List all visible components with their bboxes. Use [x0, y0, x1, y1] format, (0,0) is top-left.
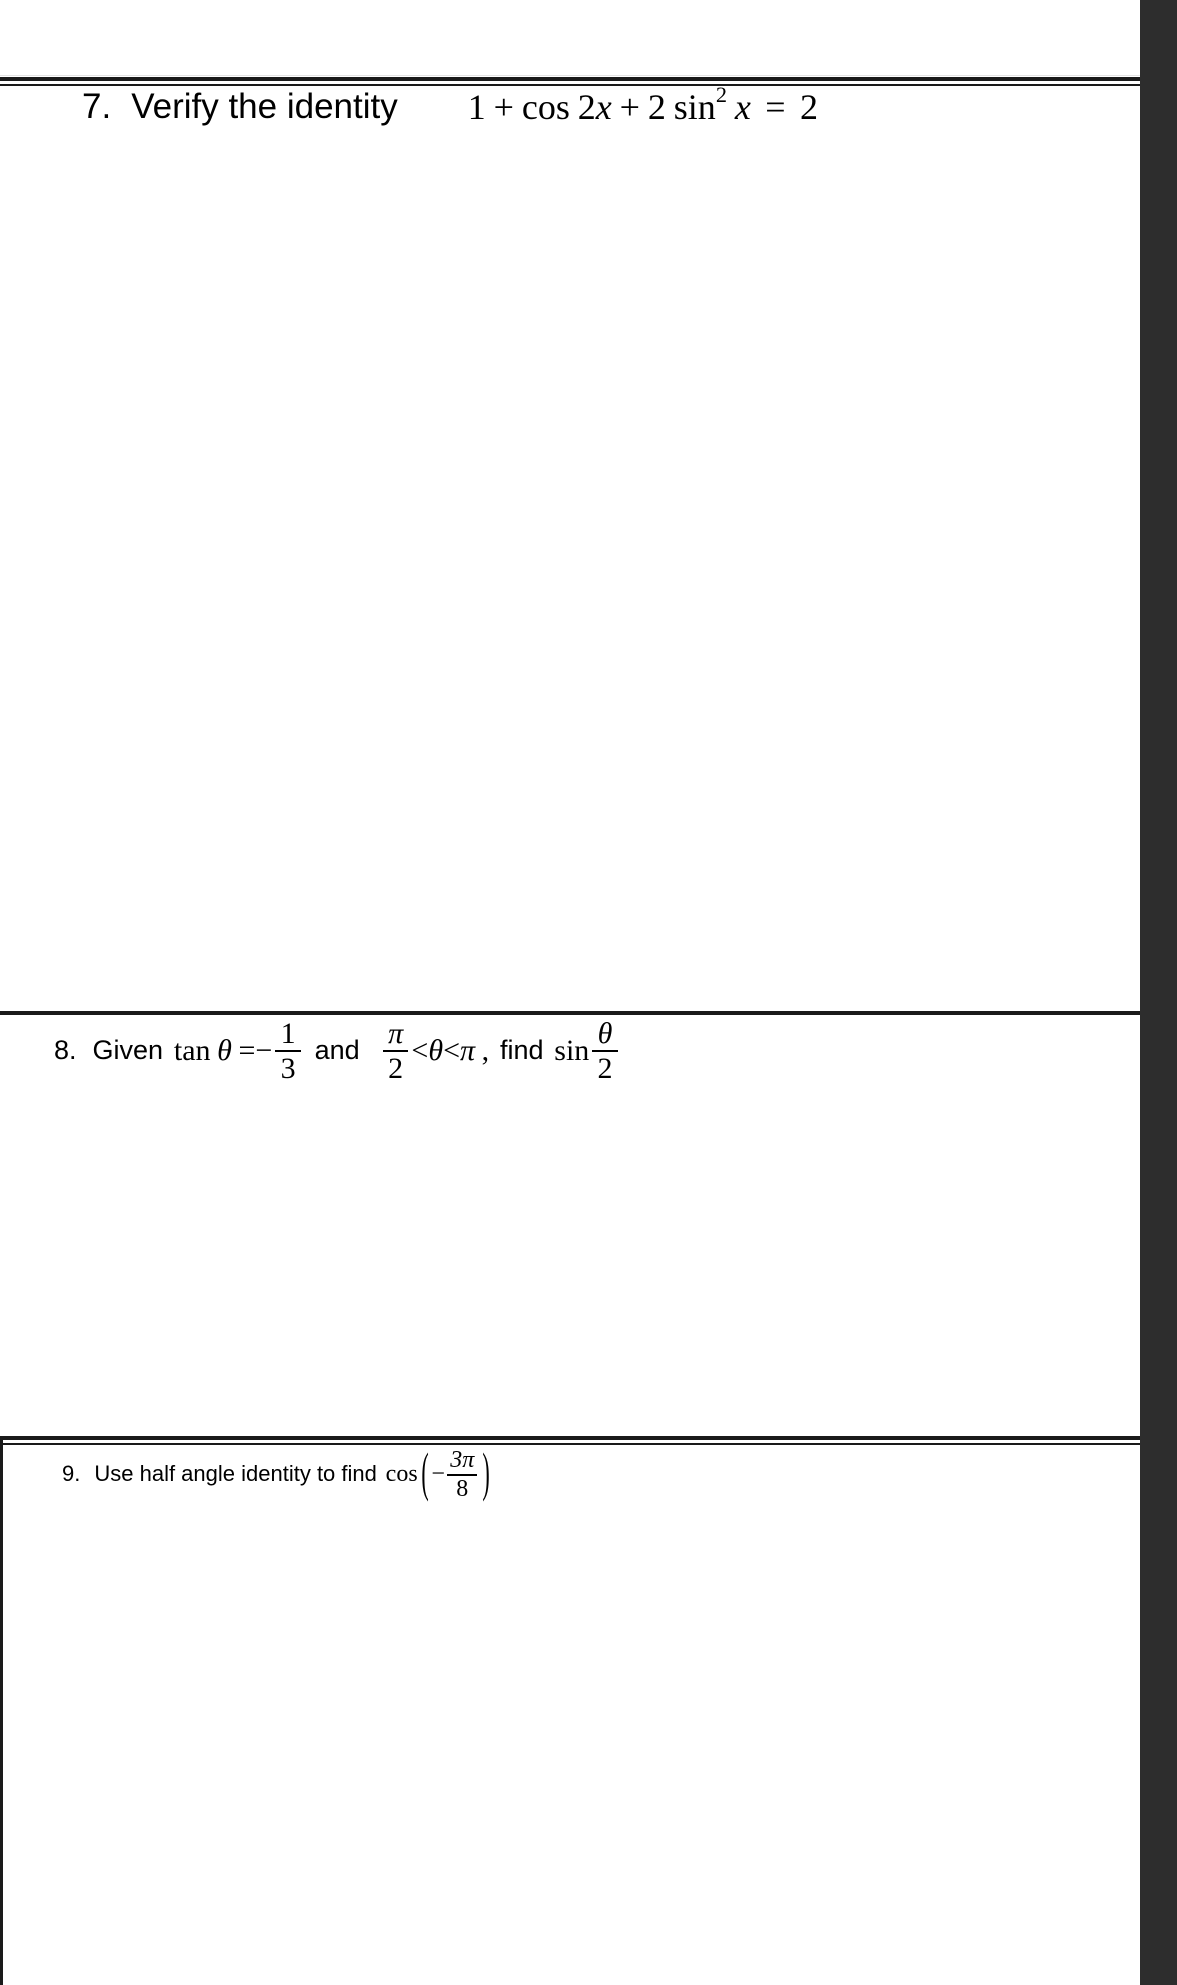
eq8-sin: sin — [554, 1033, 590, 1067]
problem-8-prompt-find: find — [499, 1035, 544, 1066]
eq9-minus: − — [431, 1460, 445, 1487]
problem-9: 9. Use half angle identity to find cos(−… — [62, 1445, 494, 1504]
eq9-cos: cos — [385, 1460, 418, 1487]
eq8-minus: − — [255, 1033, 273, 1067]
eq7-equals: = — [765, 87, 786, 127]
problem-8-prompt: Given — [92, 1035, 164, 1066]
problem-8-interval-expression: π 2 < θ < π, — [380, 1018, 489, 1084]
eq9-frac-denominator: 8 — [456, 1475, 469, 1502]
problem-9-equation: cos(−3π 8) — [385, 1445, 494, 1504]
eq8-frac2-denominator: 2 — [388, 1051, 404, 1085]
eq8-comma: , — [481, 1033, 490, 1067]
eq8-frac1-numerator: 1 — [280, 1016, 296, 1050]
divider-above-problem-9-lower — [0, 1443, 1140, 1445]
eq8-tan: tan — [173, 1033, 211, 1067]
eq7-variable-x-1: x — [595, 87, 612, 127]
eq9-parenthesized-argument: (−3π 8) — [418, 1445, 494, 1504]
eq7-one: 1 — [467, 87, 486, 127]
eq7-sin: sin — [673, 87, 716, 127]
eq9-frac-numerator: 3π — [450, 1447, 475, 1474]
problem-9-left-border — [0, 1436, 3, 1985]
eq7-coefficient-2b: 2 — [647, 87, 666, 127]
problem-7: 7. Verify the identity 1 + cos 2 x +2 sin 2 x = 2 — [82, 82, 818, 128]
eq8-less-than-2: < — [443, 1033, 461, 1067]
eq7-plus-2: + — [619, 87, 640, 127]
eq8-frac3-numerator: θ — [597, 1016, 613, 1050]
eq8-frac1-denominator: 3 — [280, 1051, 296, 1085]
eq8-fraction-one-third: 13 — [275, 1016, 301, 1085]
eq8-fraction-theta-over-2: θ2 — [592, 1016, 618, 1085]
eq8-pi: π — [460, 1033, 476, 1067]
problem-7-prompt: Verify the identity — [131, 87, 398, 126]
eq8-less-than-1: < — [411, 1033, 429, 1067]
worksheet-page: 7. Verify the identity 1 + cos 2 x +2 sin 2 x = 2 … — [0, 0, 1140, 1985]
eq8-frac2-numerator: π — [388, 1016, 404, 1050]
faint-top-rule — [0, 75, 1140, 76]
problem-9-number: 9. — [62, 1461, 81, 1487]
eq8-theta-1: θ — [217, 1033, 232, 1067]
divider-above-problem-7-upper — [0, 77, 1140, 81]
divider-above-problem-8 — [0, 1011, 1140, 1015]
eq9-paren-left: ( — [420, 1445, 429, 1504]
eq8-theta-2: θ — [428, 1033, 444, 1067]
eq8-frac3-denominator: 2 — [597, 1051, 613, 1085]
problem-8-prompt-and: and — [314, 1035, 360, 1066]
problem-8-target-expression: sin θ 2 — [554, 1018, 621, 1084]
problem-9-prompt: Use half angle identity to find — [94, 1461, 377, 1487]
problem-8-number: 8. — [54, 1035, 77, 1066]
problem-7-number: 7. — [82, 87, 112, 126]
problem-7-equation: 1 + cos 2 x +2 sin 2 x = 2 — [467, 82, 818, 128]
eq7-rhs: 2 — [799, 87, 818, 127]
right-gutter — [1140, 0, 1177, 1985]
eq7-coefficient-2: 2 — [577, 87, 596, 127]
eq9-paren-right: ) — [482, 1445, 491, 1504]
divider-above-problem-9-upper — [0, 1436, 1140, 1440]
eq7-exponent: 2 — [715, 82, 727, 108]
eq8-fraction-pi-over-2: π2 — [382, 1016, 409, 1085]
eq9-fraction-3pi-over-8: 3π 8 — [447, 1447, 478, 1502]
eq8-equals: = — [238, 1033, 256, 1067]
eq7-variable-x-2: x — [734, 87, 751, 127]
eq7-plus-1: + — [493, 87, 514, 127]
eq7-cos: cos — [521, 87, 570, 127]
problem-8-given-expression: tan θ = −1 3 — [174, 1018, 304, 1084]
problem-8: 8. Given tan θ = −1 3 and π 2 < θ < π, find sin θ 2 — [54, 1018, 621, 1084]
